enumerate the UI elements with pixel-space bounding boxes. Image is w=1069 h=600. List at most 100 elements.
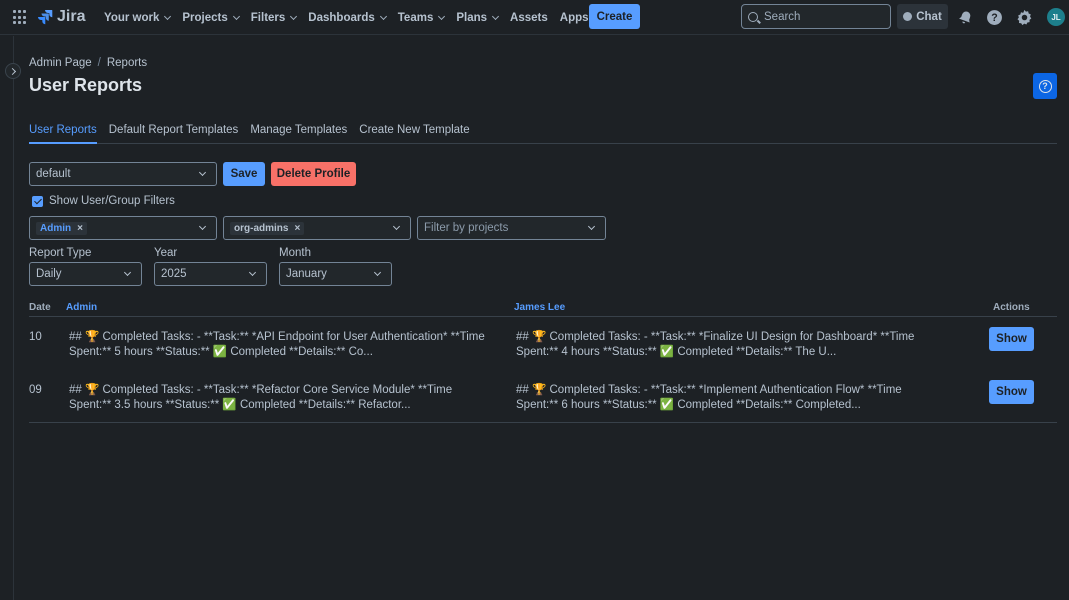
- chevron-down-icon: [123, 268, 132, 277]
- remove-tag-icon[interactable]: ×: [294, 223, 300, 234]
- chevron-down-icon: [438, 12, 446, 20]
- header-user-james-lee[interactable]: James Lee: [514, 302, 565, 313]
- header-date: Date: [29, 302, 51, 313]
- user-filter-select[interactable]: Admin ×: [29, 216, 217, 240]
- save-button[interactable]: Save: [223, 162, 265, 186]
- reports-table: Date Admin James Lee Actions 10 ## 🏆 Com…: [29, 298, 1057, 423]
- delete-profile-button[interactable]: Delete Profile: [271, 162, 356, 186]
- search-input[interactable]: Search: [741, 4, 891, 29]
- avatar[interactable]: JL: [1047, 8, 1065, 26]
- projects-filter-placeholder: Filter by projects: [424, 222, 509, 234]
- chevron-right-icon: [8, 67, 16, 75]
- nav-menu: Your work Projects Filters Dashboards Te…: [104, 0, 612, 35]
- nav-teams[interactable]: Teams: [397, 11, 446, 24]
- jira-logo[interactable]: Jira: [37, 8, 85, 26]
- group-filter-tag: org-admins ×: [230, 221, 305, 235]
- help-icon[interactable]: ?: [985, 8, 1003, 26]
- tab-default-report-templates[interactable]: Default Report Templates: [109, 124, 239, 144]
- top-navigation: Jira Your work Projects Filters Dashboar…: [0, 0, 1069, 35]
- page-help-button[interactable]: ?: [1033, 73, 1057, 99]
- chat-button[interactable]: Chat: [897, 4, 948, 29]
- row-report-admin: ## 🏆 Completed Tasks: - **Task:** *API E…: [69, 331, 485, 358]
- row-report-james-lee: ## 🏆 Completed Tasks: - **Task:** *Imple…: [516, 384, 902, 411]
- settings-icon[interactable]: [1015, 8, 1033, 26]
- notifications-icon[interactable]: [956, 8, 974, 26]
- table-header: Date Admin James Lee Actions: [29, 298, 1057, 317]
- remove-tag-icon[interactable]: ×: [77, 223, 83, 234]
- show-filters-checkbox[interactable]: [32, 195, 43, 207]
- year-select[interactable]: 2025: [154, 262, 267, 286]
- projects-filter-select[interactable]: Filter by projects: [417, 216, 606, 240]
- user-tag-label: Admin: [40, 222, 72, 234]
- nav-label: Projects: [182, 11, 228, 24]
- chevron-down-icon: [492, 12, 500, 20]
- svg-text:?: ?: [991, 12, 997, 24]
- report-type-value: Daily: [36, 268, 62, 280]
- logo-text: Jira: [57, 8, 86, 25]
- row-report-admin: ## 🏆 Completed Tasks: - **Task:** *Refac…: [69, 384, 453, 411]
- chevron-down-icon: [373, 268, 382, 277]
- chat-label: Chat: [916, 10, 942, 23]
- nav-label: Your work: [104, 11, 160, 24]
- table-row: 09 ## 🏆 Completed Tasks: - **Task:** *Re…: [29, 370, 1057, 423]
- create-button[interactable]: Create: [589, 4, 640, 29]
- chevron-down-icon: [379, 12, 387, 20]
- chevron-down-icon: [248, 268, 257, 277]
- nav-assets[interactable]: Assets: [510, 12, 548, 24]
- breadcrumb-reports[interactable]: Reports: [107, 57, 147, 69]
- nav-label: Plans: [456, 11, 488, 24]
- row-report-james-lee: ## 🏆 Completed Tasks: - **Task:** *Final…: [516, 331, 915, 358]
- row-date: 10: [29, 331, 42, 343]
- year-value: 2025: [161, 268, 187, 280]
- breadcrumb-admin-page[interactable]: Admin Page: [29, 57, 92, 69]
- tab-user-reports[interactable]: User Reports: [29, 124, 97, 144]
- nav-projects[interactable]: Projects: [182, 11, 240, 24]
- tab-create-new-template[interactable]: Create New Template: [359, 124, 469, 144]
- header-user-admin[interactable]: Admin: [66, 302, 97, 313]
- nav-dashboards[interactable]: Dashboards: [308, 11, 387, 24]
- group-filter-select[interactable]: org-admins ×: [223, 216, 411, 240]
- nav-your-work[interactable]: Your work: [104, 11, 172, 24]
- nav-label: Apps: [559, 11, 589, 24]
- chevron-down-icon: [164, 12, 172, 20]
- show-button[interactable]: Show: [989, 380, 1034, 404]
- expand-sidebar-button[interactable]: [5, 63, 21, 79]
- breadcrumb-separator: /: [97, 57, 101, 69]
- report-type-select[interactable]: Daily: [29, 262, 142, 286]
- nav-label: Assets: [510, 11, 548, 24]
- chevron-down-icon: [290, 12, 298, 20]
- report-type-label: Report Type: [29, 247, 92, 259]
- nav-label: Filters: [250, 11, 286, 24]
- user-filter-tag: Admin ×: [36, 221, 87, 235]
- search-placeholder: Search: [764, 10, 801, 23]
- sidebar-rail: [0, 36, 14, 600]
- group-tag-label: org-admins: [234, 222, 289, 234]
- table-row: 10 ## 🏆 Completed Tasks: - **Task:** *AP…: [29, 317, 1057, 370]
- month-select[interactable]: January: [279, 262, 392, 286]
- chevron-down-icon: [198, 222, 207, 231]
- show-filters-toggle[interactable]: Show User/Group Filters: [32, 195, 175, 207]
- show-filters-label: Show User/Group Filters: [49, 195, 175, 207]
- page-title: User Reports: [29, 75, 143, 95]
- row-date: 09: [29, 384, 42, 396]
- tabs: User Reports Default Report Templates Ma…: [29, 124, 1057, 144]
- tab-manage-templates[interactable]: Manage Templates: [250, 124, 347, 144]
- chevron-down-icon: [587, 222, 596, 231]
- app-switcher-icon[interactable]: [13, 10, 28, 25]
- year-label: Year: [154, 247, 178, 259]
- question-icon: ?: [1038, 79, 1052, 93]
- breadcrumb: Admin Page / Reports: [29, 57, 147, 69]
- profile-select[interactable]: default: [29, 162, 217, 186]
- month-value: January: [286, 268, 327, 280]
- jira-logo-icon: [38, 10, 53, 25]
- nav-label: Teams: [397, 11, 434, 24]
- nav-plans[interactable]: Plans: [456, 11, 500, 24]
- chevron-down-icon: [198, 168, 207, 177]
- nav-filters[interactable]: Filters: [250, 11, 298, 24]
- nav-label: Dashboards: [308, 11, 375, 24]
- profile-select-value: default: [36, 168, 71, 180]
- header-actions: Actions: [993, 302, 1030, 313]
- chevron-down-icon: [392, 222, 401, 231]
- show-button[interactable]: Show: [989, 327, 1034, 351]
- chat-icon: [903, 12, 913, 21]
